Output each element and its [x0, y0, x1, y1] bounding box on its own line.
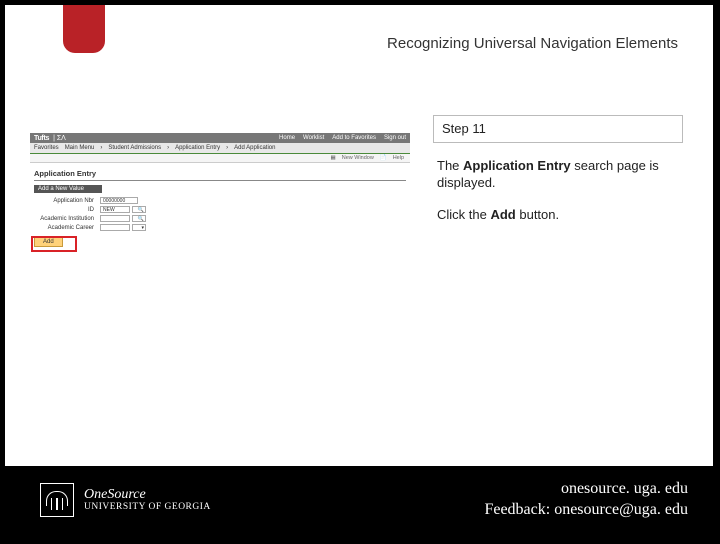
field-label: Academic Career	[34, 225, 100, 231]
breadcrumb-item: Student Admissions	[108, 145, 161, 151]
footer-contact: onesource. uga. edu Feedback: onesource@…	[484, 479, 688, 521]
lookup-icon: 🔍	[132, 206, 146, 213]
topnav-item: Worklist	[303, 135, 324, 141]
uga-seal-icon	[40, 483, 74, 517]
form-row: Academic Career ▾	[34, 224, 406, 231]
footer-logo-text: OneSource UNIVERSITY OF GEORGIA	[84, 487, 211, 513]
step-label: Step 11	[433, 115, 683, 143]
field-input	[100, 224, 130, 231]
add-button-label: Add	[34, 237, 63, 247]
screenshot-brand-sep: | ΣΛ	[53, 135, 66, 142]
helper-link: New Window	[342, 155, 374, 161]
instruction-paragraph: The Application Entry search page is dis…	[433, 157, 683, 192]
instr-text: The	[437, 158, 463, 173]
instr-text: button.	[516, 207, 559, 222]
screenshot-topnav: Home Worklist Add to Favorites Sign out	[279, 135, 406, 141]
breadcrumb-item: Application Entry	[175, 145, 220, 151]
field-input	[100, 215, 130, 222]
screenshot-breadcrumb: Favorites Main Menu› Student Admissions›…	[30, 143, 410, 154]
form-row: ID NEW 🔍	[34, 206, 406, 213]
breadcrumb-item: Add Application	[234, 145, 275, 151]
field-input: NEW	[100, 206, 130, 213]
instructions-panel: Step 11 The Application Entry search pag…	[433, 115, 683, 237]
form-row: Academic Institution 🔍	[34, 215, 406, 222]
footer-feedback: Feedback: onesource@uga. edu	[484, 500, 688, 521]
slide: Recognizing Universal Navigation Element…	[4, 4, 714, 535]
form-row: Application Nbr 00000000	[34, 197, 406, 204]
field-label: Academic Institution	[34, 216, 100, 222]
brand-tab	[63, 5, 105, 53]
breadcrumb-item: Favorites	[34, 145, 59, 151]
logo-line2: UNIVERSITY OF GEORGIA	[84, 502, 211, 512]
screenshot-brand: Tufts	[34, 135, 49, 142]
slide-title: Recognizing Universal Navigation Element…	[387, 35, 678, 52]
screenshot-section-label: Add a New Value	[34, 185, 102, 193]
topnav-item: Sign out	[384, 135, 406, 141]
logo-line1: OneSource	[84, 487, 211, 502]
field-label: Application Nbr	[34, 198, 100, 204]
helper-link: Help	[393, 155, 404, 161]
screenshot-form: Application Nbr 00000000 ID NEW 🔍 Academ…	[30, 195, 410, 235]
dropdown-icon: ▾	[132, 224, 146, 231]
screenshot-container: Tufts | ΣΛ Home Worklist Add to Favorite…	[30, 133, 420, 245]
screenshot-helpers: ▦New Window 📄Help	[30, 154, 410, 163]
field-input: 00000000	[100, 197, 138, 204]
screenshot-topbar: Tufts | ΣΛ Home Worklist Add to Favorite…	[30, 133, 410, 143]
instr-bold: Application Entry	[463, 158, 571, 173]
screenshot-divider	[34, 180, 406, 181]
slide-footer: OneSource UNIVERSITY OF GEORGIA onesourc…	[5, 466, 713, 534]
app-screenshot: Tufts | ΣΛ Home Worklist Add to Favorite…	[30, 133, 410, 245]
footer-logo: OneSource UNIVERSITY OF GEORGIA	[40, 483, 211, 517]
instruction-paragraph: Click the Add button.	[433, 206, 683, 224]
instr-text: Click the	[437, 207, 490, 222]
field-label: ID	[34, 207, 100, 213]
topnav-item: Home	[279, 135, 295, 141]
breadcrumb-item: Main Menu	[65, 145, 95, 151]
screenshot-add-button: Add	[34, 238, 63, 245]
footer-url: onesource. uga. edu	[484, 479, 688, 500]
screenshot-page-title: Application Entry	[30, 163, 410, 180]
instr-bold: Add	[490, 207, 515, 222]
topnav-item: Add to Favorites	[332, 135, 376, 141]
lookup-icon: 🔍	[132, 215, 146, 222]
